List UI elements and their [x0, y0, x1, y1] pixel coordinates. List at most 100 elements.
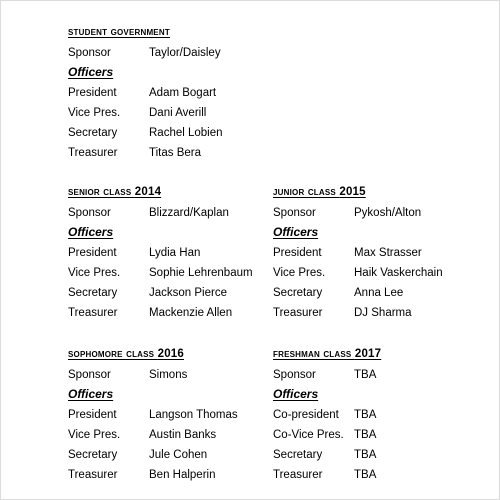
officer-row: Vice Pres. Austin Banks — [68, 425, 268, 445]
section-title-year: 2016 — [157, 348, 184, 360]
officer-name: DJ Sharma — [354, 307, 412, 319]
officer-row: Treasurer TBA — [273, 465, 473, 485]
officer-name: Dani Averill — [149, 107, 207, 119]
section-title-text: Senior Class — [68, 186, 135, 198]
section-title: Senior Class 2014 — [68, 186, 161, 199]
officer-row: Treasurer Mackenzie Allen — [68, 303, 268, 323]
officer-role: Co-president — [273, 409, 339, 421]
officer-name: Ben Halperin — [149, 469, 216, 481]
section-title-year: 2017 — [354, 348, 382, 360]
officer-row: Secretary Jackson Pierce — [68, 283, 268, 303]
officer-name: Jackson Pierce — [149, 287, 227, 299]
sponsor-label: Sponsor — [273, 369, 316, 381]
section-heading-row: Junior Class 2015 — [273, 182, 473, 203]
officer-name: Austin Banks — [149, 429, 217, 441]
sponsor-value: Blizzard/Kaplan — [149, 207, 229, 219]
sponsor-row: Sponsor Taylor/Daisley — [68, 43, 268, 63]
sponsor-row: Sponsor Pykosh/Alton — [273, 203, 473, 223]
section-heading-row: Student Government — [68, 22, 268, 43]
officer-name: Mackenzie Allen — [149, 307, 233, 319]
section-senior-class-2014: Senior Class 2014 Sponsor Blizzard/Kapla… — [68, 182, 268, 323]
section-title-text: Sophomore Class — [68, 348, 158, 360]
sponsor-value: Pykosh/Alton — [354, 207, 422, 219]
officer-role: Vice Pres. — [68, 429, 121, 441]
officer-name: Max Strasser — [354, 247, 422, 259]
officer-name: Rachel Lobien — [149, 127, 223, 139]
officer-role: Treasurer — [68, 307, 118, 319]
sponsor-label: Sponsor — [68, 207, 111, 219]
sponsor-row: Sponsor Blizzard/Kaplan — [68, 203, 268, 223]
section-title: Sophomore Class 2016 — [68, 348, 184, 361]
officer-role: Treasurer — [68, 147, 118, 159]
officer-role: Secretary — [68, 127, 118, 139]
officer-row: Treasurer DJ Sharma — [273, 303, 473, 323]
officer-row: President Max Strasser — [273, 243, 473, 263]
officer-row: President Adam Bogart — [68, 83, 268, 103]
officer-name: Haik Vaskerchain — [354, 267, 443, 279]
officer-role: Vice Pres. — [68, 267, 121, 279]
section-title-text: Freshman Class — [273, 348, 355, 360]
section-title-text: Student Government — [68, 26, 170, 38]
officer-role: Vice Pres. — [273, 267, 326, 279]
officer-role: Secretary — [273, 449, 323, 461]
officer-name: TBA — [354, 469, 377, 481]
officer-role: Secretary — [68, 287, 118, 299]
officers-label: Officers — [273, 225, 319, 239]
officers-heading-row: Officers — [68, 63, 268, 83]
section-title-year: 2014 — [134, 186, 162, 198]
officer-row: Vice Pres. Sophie Lehrenbaum — [68, 263, 268, 283]
section-sophomore-class-2016: Sophomore Class 2016 Sponsor Simons Offi… — [68, 344, 268, 485]
officer-role: President — [68, 247, 117, 259]
officer-row: Secretary TBA — [273, 445, 473, 465]
officer-role: Treasurer — [273, 307, 323, 319]
sponsor-label: Sponsor — [273, 207, 316, 219]
sponsor-value: Taylor/Daisley — [149, 47, 221, 59]
officer-role: Secretary — [68, 449, 118, 461]
section-heading-row: Sophomore Class 2016 — [68, 344, 268, 365]
document-body: Student Government Sponsor Taylor/Daisle… — [1, 1, 499, 499]
sponsor-value: Simons — [149, 369, 188, 381]
officer-name: Adam Bogart — [149, 87, 217, 99]
officer-role: President — [68, 87, 117, 99]
officer-row: Treasurer Titas Bera — [68, 143, 268, 163]
officer-row: Co-Vice Pres. TBA — [273, 425, 473, 445]
officer-name: Lydia Han — [149, 247, 201, 259]
officer-row: Secretary Anna Lee — [273, 283, 473, 303]
officers-heading-row: Officers — [273, 223, 473, 243]
officers-label: Officers — [273, 387, 319, 401]
officer-row: Treasurer Ben Halperin — [68, 465, 268, 485]
officer-role: President — [273, 247, 322, 259]
section-title: Freshman Class 2017 — [273, 348, 381, 361]
officer-role: Vice Pres. — [68, 107, 121, 119]
officer-name: Titas Bera — [149, 147, 201, 159]
sponsor-value: TBA — [354, 369, 377, 381]
officer-role: President — [68, 409, 117, 421]
officer-row: Co-president TBA — [273, 405, 473, 425]
officer-name: Langson Thomas — [149, 409, 238, 421]
officer-role: Treasurer — [273, 469, 323, 481]
sponsor-label: Sponsor — [68, 369, 111, 381]
section-freshman-class-2017: Freshman Class 2017 Sponsor TBA Officers… — [273, 344, 473, 485]
section-heading-row: Senior Class 2014 — [68, 182, 268, 203]
sponsor-row: Sponsor Simons — [68, 365, 268, 385]
officer-name: TBA — [354, 409, 377, 421]
officer-row: Vice Pres. Dani Averill — [68, 103, 268, 123]
officer-row: Vice Pres. Haik Vaskerchain — [273, 263, 473, 283]
officer-name: Jule Cohen — [149, 449, 208, 461]
section-title-year: 2015 — [339, 186, 366, 198]
officer-name: TBA — [354, 429, 377, 441]
section-title: Junior Class 2015 — [273, 186, 366, 199]
officers-heading-row: Officers — [68, 223, 268, 243]
sponsor-label: Sponsor — [68, 47, 111, 59]
officer-row: Secretary Jule Cohen — [68, 445, 268, 465]
officer-role: Treasurer — [68, 469, 118, 481]
officer-name: Sophie Lehrenbaum — [149, 267, 253, 279]
document-page: Student Government Sponsor Taylor/Daisle… — [0, 0, 500, 500]
section-student-government: Student Government Sponsor Taylor/Daisle… — [68, 22, 268, 163]
officer-role: Co-Vice Pres. — [273, 429, 344, 441]
sponsor-row: Sponsor TBA — [273, 365, 473, 385]
officers-heading-row: Officers — [68, 385, 268, 405]
officer-row: President Lydia Han — [68, 243, 268, 263]
officers-label: Officers — [68, 225, 114, 239]
officer-row: Secretary Rachel Lobien — [68, 123, 268, 143]
